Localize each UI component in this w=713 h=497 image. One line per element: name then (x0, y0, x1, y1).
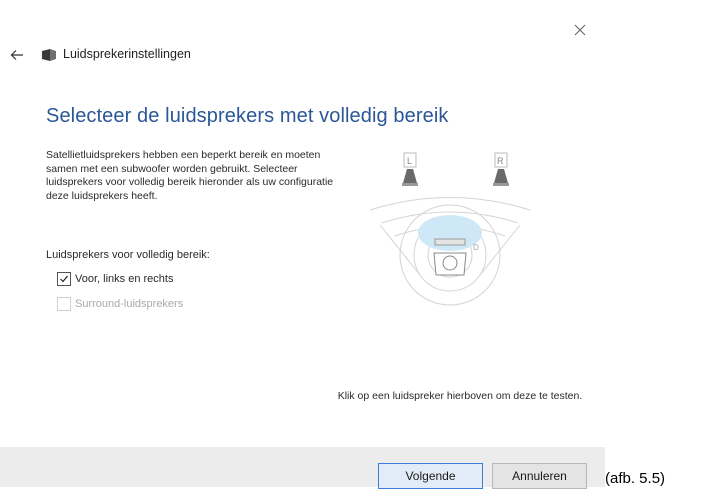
speaker-left-label: L (407, 156, 412, 166)
sound-arcs (369, 197, 531, 306)
cancel-button[interactable]: Annuleren (492, 463, 587, 489)
back-button[interactable] (6, 44, 28, 66)
checkmark-icon (60, 275, 68, 283)
back-arrow-icon (10, 50, 23, 60)
speaker-right-icon (494, 169, 508, 183)
speaker-right-label: R (497, 156, 504, 166)
listener-figure (433, 252, 467, 276)
speaker-test-hint: Klik op een luidspreker hierboven om dez… (337, 390, 583, 402)
surround-speakers-checkbox: Surround-luidsprekers (57, 297, 183, 311)
checkbox-label: Voor, links en rechts (75, 273, 174, 285)
speaker-right[interactable]: R (493, 152, 509, 186)
full-range-group-label: Luidsprekers voor volledig bereik: (46, 249, 210, 261)
close-icon (574, 24, 586, 36)
window-title: Luidsprekerinstellingen (63, 47, 191, 61)
front-left-right-checkbox[interactable]: Voor, links en rechts (57, 272, 173, 286)
next-button[interactable]: Volgende (378, 463, 483, 489)
speaker-settings-icon (42, 49, 56, 61)
subwoofer-label: D (473, 243, 479, 252)
speaker-diagram: D L R (369, 152, 531, 306)
speaker-left[interactable]: L (402, 152, 418, 186)
speaker-setup-dialog: Luidsprekerinstellingen Selecteer de lui… (0, 0, 605, 497)
close-button[interactable] (568, 18, 592, 42)
figure-caption: (afb. 5.5) (605, 470, 666, 487)
checkbox-box[interactable] (57, 272, 71, 286)
speaker-left-icon (403, 169, 417, 183)
description-text: Satellietluidsprekers hebben een beperkt… (46, 149, 334, 202)
checkbox-box (57, 297, 71, 311)
screen (434, 238, 466, 246)
checkbox-label: Surround-luidsprekers (75, 298, 184, 310)
page-title: Selecteer de luidsprekers met volledig b… (46, 105, 449, 127)
